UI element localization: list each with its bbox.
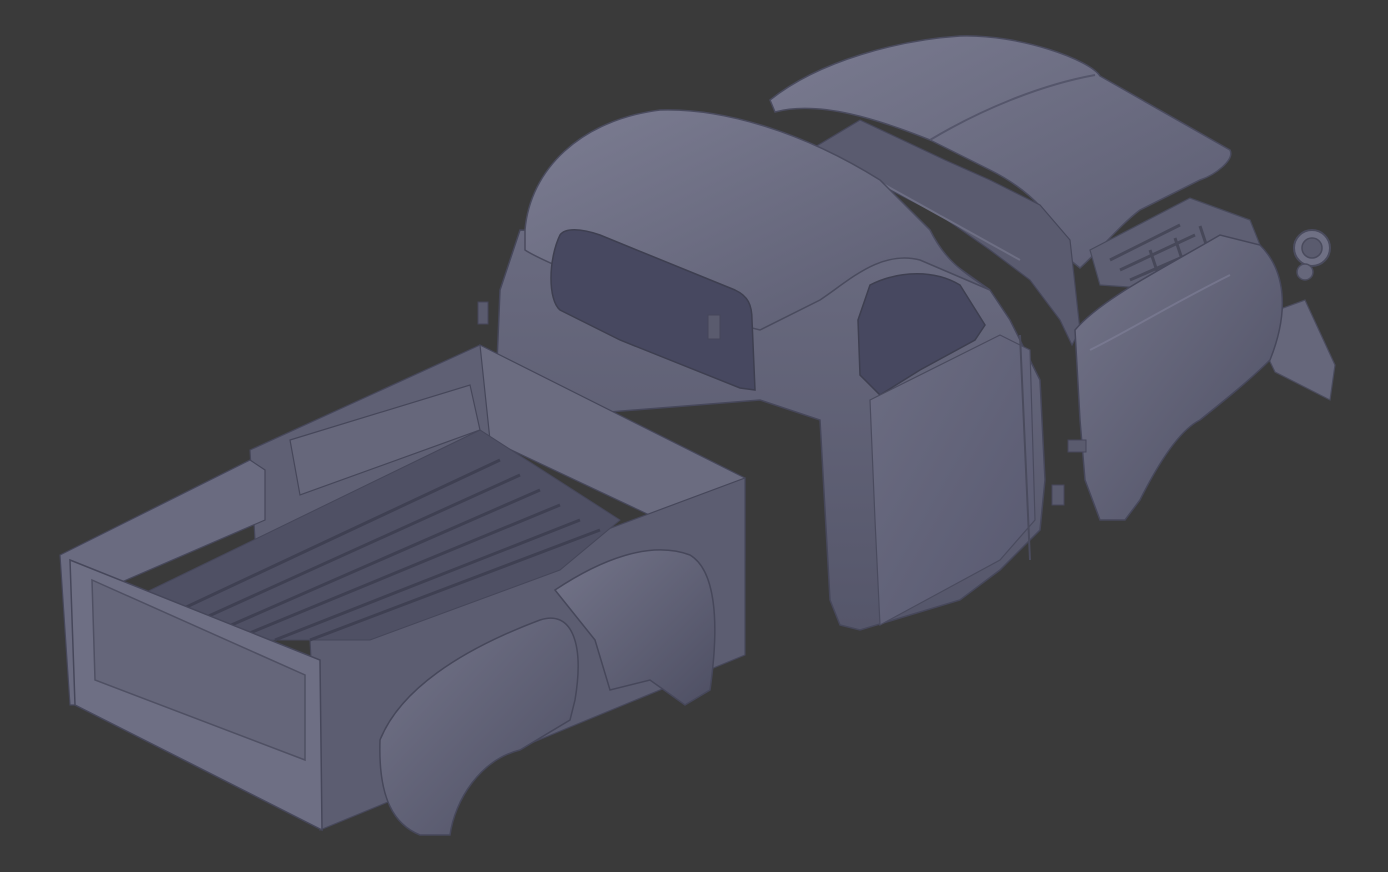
- truck-model-render: [59, 35, 1336, 836]
- 3d-viewport[interactable]: [0, 0, 1388, 872]
- headlight: [1293, 229, 1331, 281]
